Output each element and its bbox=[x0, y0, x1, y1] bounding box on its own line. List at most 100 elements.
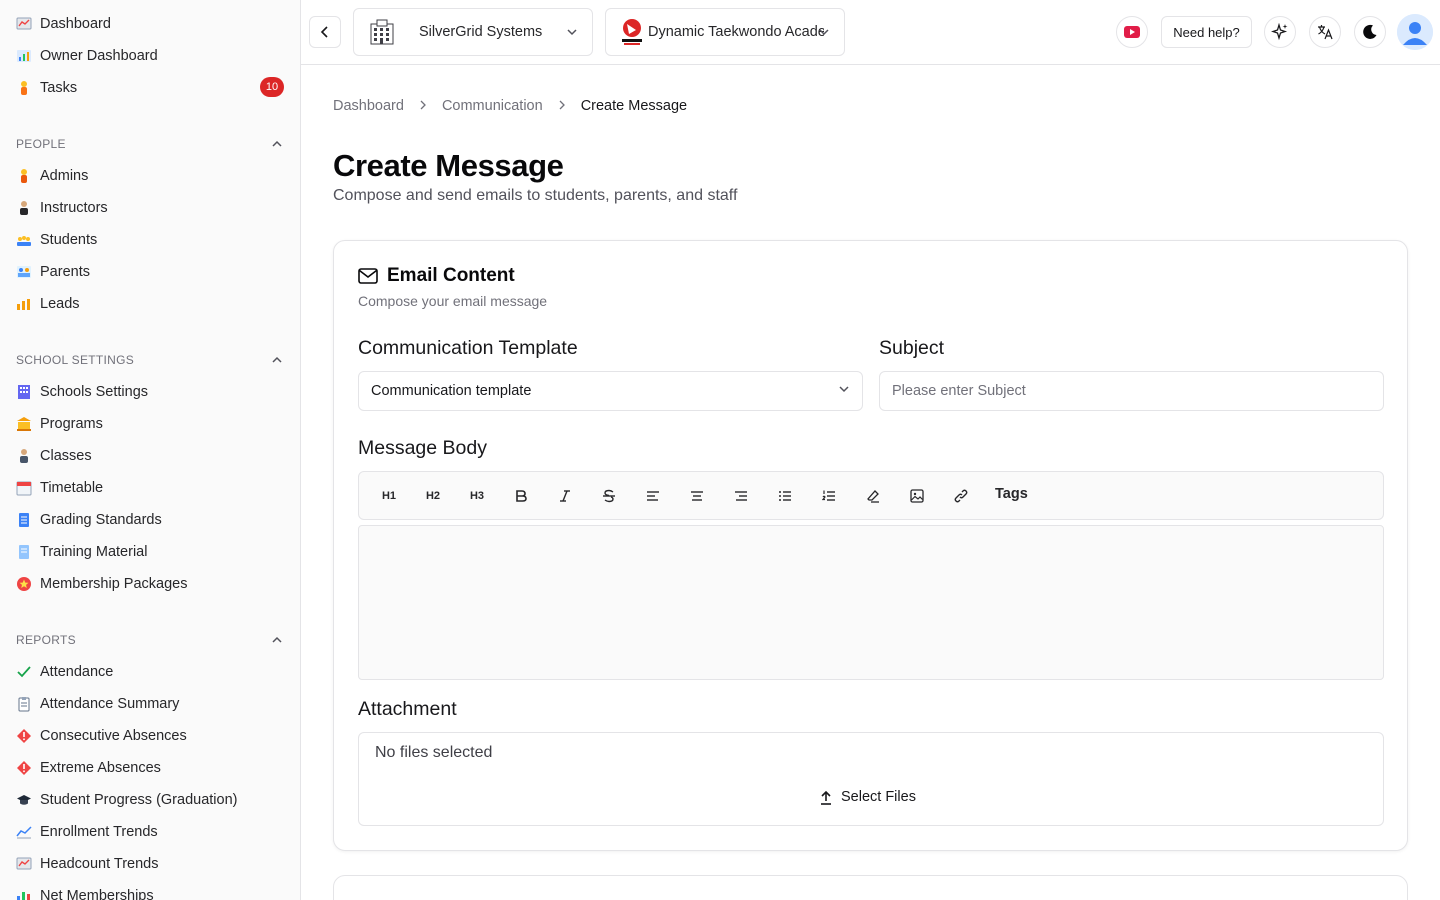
topbar: SilverGrid Systems Dynamic Taekwondo Aca… bbox=[301, 0, 1440, 65]
classes-icon bbox=[16, 448, 32, 464]
editor-toolbar: H1 H2 H3 Tags bbox=[358, 471, 1384, 520]
bullet-list-button[interactable] bbox=[773, 484, 797, 508]
attachment-label: Attachment bbox=[358, 698, 457, 720]
youtube-button[interactable] bbox=[1116, 16, 1148, 48]
breadcrumb-communication[interactable]: Communication bbox=[442, 98, 543, 114]
sidebar-item-membership-packages[interactable]: Membership Packages bbox=[16, 572, 286, 596]
strikethrough-button[interactable] bbox=[597, 484, 621, 508]
ai-assistant-button[interactable] bbox=[1264, 16, 1296, 48]
grading-icon bbox=[16, 512, 32, 528]
chevron-up-icon[interactable] bbox=[270, 137, 284, 151]
moon-icon bbox=[1363, 24, 1377, 39]
owner-dashboard-icon bbox=[16, 48, 32, 64]
section-people[interactable]: PEOPLE bbox=[16, 134, 286, 154]
school-name: Dynamic Taekwondo Academy bbox=[648, 24, 824, 40]
sidebar: Dashboard Owner Dashboard Tasks 10 PEOPL… bbox=[0, 0, 301, 900]
sidebar-item-label: Instructors bbox=[40, 200, 108, 216]
subject-input[interactable] bbox=[879, 371, 1384, 411]
italic-button[interactable] bbox=[553, 484, 577, 508]
align-right-button[interactable] bbox=[729, 484, 753, 508]
sidebar-item-leads[interactable]: Leads bbox=[16, 292, 286, 316]
bold-button[interactable] bbox=[509, 484, 533, 508]
page-title: Create Message bbox=[333, 148, 564, 183]
sidebar-item-dashboard[interactable]: Dashboard bbox=[16, 12, 286, 36]
sidebar-item-enrollment-trends[interactable]: Enrollment Trends bbox=[16, 820, 286, 844]
card-title: Email Content bbox=[358, 265, 515, 287]
collapse-sidebar-button[interactable] bbox=[309, 16, 341, 48]
heading-3-button[interactable]: H3 bbox=[465, 484, 489, 508]
clipboard-icon bbox=[16, 696, 32, 712]
chevron-up-icon[interactable] bbox=[270, 633, 284, 647]
sidebar-item-owner-dashboard[interactable]: Owner Dashboard bbox=[16, 44, 286, 68]
sidebar-item-label: Attendance Summary bbox=[40, 696, 180, 712]
clear-format-button[interactable] bbox=[861, 484, 885, 508]
sidebar-item-headcount-trends[interactable]: Headcount Trends bbox=[16, 852, 286, 876]
sidebar-item-label: Enrollment Trends bbox=[40, 824, 158, 840]
sidebar-item-students[interactable]: Students bbox=[16, 228, 286, 252]
breadcrumb-dashboard[interactable]: Dashboard bbox=[333, 98, 404, 114]
align-right-icon bbox=[735, 491, 747, 501]
sidebar-item-admins[interactable]: Admins bbox=[16, 164, 286, 188]
sidebar-item-extreme-absences[interactable]: Extreme Absences bbox=[16, 756, 286, 780]
ordered-list-button[interactable] bbox=[817, 484, 841, 508]
sidebar-item-label: Leads bbox=[40, 296, 80, 312]
sparkles-icon bbox=[1271, 23, 1288, 41]
template-label: Communication Template bbox=[358, 337, 578, 359]
help-button[interactable]: Need help? bbox=[1161, 16, 1252, 48]
leads-icon bbox=[16, 296, 32, 312]
sidebar-item-label: Headcount Trends bbox=[40, 856, 159, 872]
language-button[interactable] bbox=[1309, 16, 1341, 48]
sidebar-item-label: Schools Settings bbox=[40, 384, 149, 400]
section-school-settings[interactable]: SCHOOL SETTINGS bbox=[16, 350, 286, 370]
heading-1-button[interactable]: H1 bbox=[377, 484, 401, 508]
tags-button[interactable]: Tags bbox=[995, 486, 1028, 502]
sidebar-item-instructors[interactable]: Instructors bbox=[16, 196, 286, 220]
section-reports[interactable]: REPORTS bbox=[16, 630, 286, 650]
align-left-button[interactable] bbox=[641, 484, 665, 508]
attachment-dropzone[interactable]: No files selected Select Files bbox=[358, 732, 1384, 826]
sidebar-item-label: Extreme Absences bbox=[40, 760, 161, 776]
sidebar-item-attendance-summary[interactable]: Attendance Summary bbox=[16, 692, 286, 716]
breadcrumb: Dashboard Communication Create Message bbox=[333, 96, 687, 116]
insert-image-button[interactable] bbox=[905, 484, 929, 508]
sidebar-item-classes[interactable]: Classes bbox=[16, 444, 286, 468]
sidebar-item-parents[interactable]: Parents bbox=[16, 260, 286, 284]
chart-icon bbox=[16, 856, 32, 872]
message-body-editor[interactable] bbox=[358, 525, 1384, 680]
chevron-down-icon bbox=[566, 26, 578, 42]
align-center-button[interactable] bbox=[685, 484, 709, 508]
sidebar-item-net-memberships[interactable]: Net Memberships bbox=[16, 884, 286, 900]
template-select[interactable]: Communication template bbox=[358, 371, 863, 411]
chevron-up-icon[interactable] bbox=[270, 353, 284, 367]
sidebar-item-schools-settings[interactable]: Schools Settings bbox=[16, 380, 286, 404]
sidebar-item-tasks[interactable]: Tasks 10 bbox=[16, 76, 286, 100]
dashboard-icon bbox=[16, 16, 32, 32]
school-select[interactable]: Dynamic Taekwondo Academy bbox=[605, 8, 845, 56]
instructor-icon bbox=[16, 200, 32, 216]
check-icon bbox=[16, 664, 32, 680]
align-left-icon bbox=[647, 491, 659, 501]
sidebar-item-label: Programs bbox=[40, 416, 103, 432]
select-files-button[interactable]: Select Files bbox=[819, 789, 916, 805]
calendar-icon bbox=[16, 480, 32, 496]
message-body-label: Message Body bbox=[358, 437, 487, 459]
heading-2-button[interactable]: H2 bbox=[421, 484, 445, 508]
sidebar-item-timetable[interactable]: Timetable bbox=[16, 476, 286, 500]
sidebar-item-programs[interactable]: Programs bbox=[16, 412, 286, 436]
chevron-right-icon bbox=[557, 99, 567, 113]
image-icon bbox=[910, 489, 924, 503]
sidebar-item-consecutive-absences[interactable]: Consecutive Absences bbox=[16, 724, 286, 748]
sidebar-item-label: Attendance bbox=[40, 664, 114, 680]
chevron-left-icon bbox=[320, 26, 328, 38]
avatar-icon bbox=[1397, 14, 1433, 50]
user-avatar[interactable] bbox=[1397, 14, 1433, 50]
sidebar-item-grading-standards[interactable]: Grading Standards bbox=[16, 508, 286, 532]
programs-icon bbox=[16, 416, 32, 432]
dark-mode-toggle[interactable] bbox=[1354, 16, 1386, 48]
sidebar-item-training-material[interactable]: Training Material bbox=[16, 540, 286, 564]
building-icon bbox=[368, 18, 396, 46]
insert-link-button[interactable] bbox=[949, 484, 973, 508]
sidebar-item-student-progress[interactable]: Student Progress (Graduation) bbox=[16, 788, 286, 812]
sidebar-item-attendance[interactable]: Attendance bbox=[16, 660, 286, 684]
organization-select[interactable]: SilverGrid Systems bbox=[353, 8, 593, 56]
